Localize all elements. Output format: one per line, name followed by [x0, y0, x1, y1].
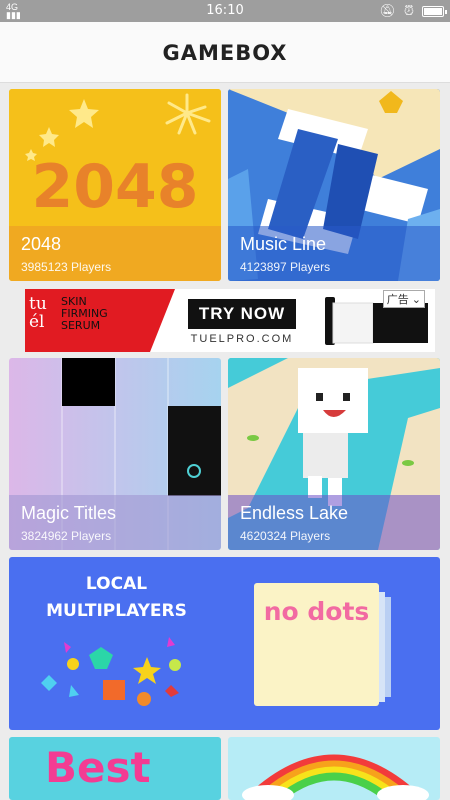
game-name: Endless Lake	[240, 503, 349, 523]
game-name: Magic Titles	[21, 503, 117, 523]
game-card-rainbow[interactable]	[228, 737, 440, 800]
game-card-magic-titles[interactable]: Magic Titles 3824962 Players	[9, 358, 221, 550]
ad-line-3: SERUM	[61, 319, 101, 332]
local-multiplayers-banner[interactable]: LOCAL MULTIPLAYERS no dots	[9, 557, 440, 730]
ad-tag[interactable]: 广告 ⌄	[382, 290, 425, 308]
banner-line-2: MULTIPLAYERS	[46, 601, 187, 621]
ad-brand: tu él	[29, 294, 47, 332]
banner-line-1: LOCAL	[85, 574, 148, 594]
chevron-down-icon: ⌄	[411, 294, 421, 306]
no-dots-logo: no dots	[263, 597, 370, 626]
rainbow-artwork	[242, 754, 429, 800]
page-title: GAMEBOX	[162, 41, 288, 65]
game-card-endless-lake[interactable]: Endless Lake 4620324 Players	[228, 358, 440, 550]
player-count: 4620324 Players	[240, 529, 331, 543]
alarm-icon: ⏰︎	[403, 3, 414, 18]
ad-banner[interactable]: tu él SKIN FIRMING SERUM TRY NOW TUELPRO…	[25, 289, 435, 352]
battery-icon	[422, 5, 447, 17]
app-header: GAMEBOX	[0, 22, 450, 83]
status-bar: 4G ▮▮▮ 16:10 🔕︎ ⏰︎	[0, 0, 450, 22]
game-card-2048[interactable]: 2048 2048 3985123 Players	[9, 89, 221, 281]
ad-tag-label: 广告	[386, 294, 409, 306]
bell-off-icon: 🔕︎	[379, 3, 396, 18]
svg-text:2048: 2048	[32, 152, 199, 222]
ad-cta-button[interactable]: TRY NOW	[188, 304, 296, 324]
game-name: Music Line	[240, 234, 327, 254]
game-card-music-line[interactable]: Music Line 4123897 Players	[228, 89, 440, 281]
player-count: 3824962 Players	[21, 529, 112, 543]
ad-url: TUELPRO.COM	[190, 333, 294, 345]
game-name: 2048	[21, 234, 62, 254]
best-art-text: Best	[45, 743, 151, 792]
player-count: 3985123 Players	[21, 260, 112, 274]
player-count: 4123897 Players	[240, 260, 331, 274]
game-card-best[interactable]: Best	[9, 737, 221, 800]
